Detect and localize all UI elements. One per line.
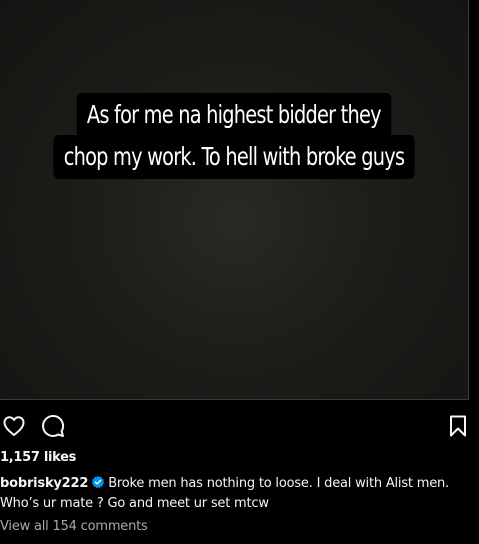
post-image[interactable]: As for me na highest bidder they chop my… [0, 0, 469, 400]
action-bar [0, 410, 479, 442]
comment-icon[interactable] [39, 412, 67, 440]
verified-badge-icon [91, 475, 105, 495]
bookmark-icon[interactable] [444, 412, 472, 440]
likes-count[interactable]: 1,157 likes [0, 450, 76, 465]
image-text-overlay: As for me na highest bidder they chop my… [0, 93, 468, 179]
view-all-comments-link[interactable]: View all 154 comments [0, 519, 148, 534]
image-text-line-2: chop my work. To hell with broke guys [53, 135, 415, 179]
author-username[interactable]: bobrisky222 [0, 476, 88, 491]
post-caption: bobrisky222 Broke men has nothing to loos… [0, 475, 470, 513]
image-text-line-1: As for me na highest bidder they [76, 93, 392, 137]
heart-icon[interactable] [0, 412, 28, 440]
